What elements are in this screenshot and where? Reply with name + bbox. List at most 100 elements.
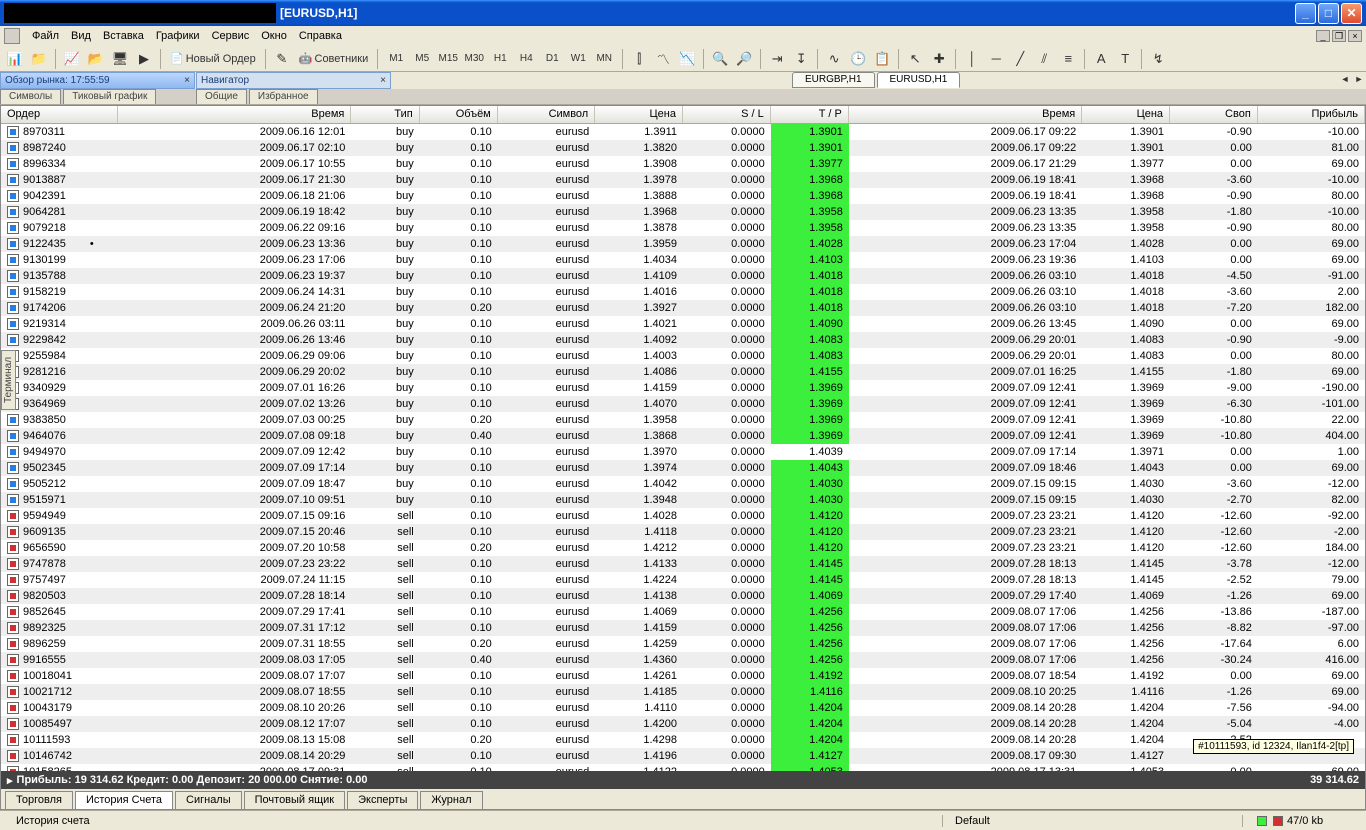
candle-chart-icon[interactable]: 〽 xyxy=(652,48,674,70)
cursor-icon[interactable]: ↖ xyxy=(904,48,926,70)
indicators-icon[interactable]: ∿ xyxy=(823,48,845,70)
table-row[interactable]: 91742062009.06.24 21:20buy0.20eurusd1.39… xyxy=(1,300,1365,316)
table-row[interactable]: 92559842009.06.29 09:06buy0.10eurusd1.40… xyxy=(1,348,1365,364)
terminal-tab[interactable]: Эксперты xyxy=(347,791,418,809)
menu-сервис[interactable]: Сервис xyxy=(206,28,256,44)
table-row[interactable]: 90423912009.06.18 21:06buy0.10eurusd1.38… xyxy=(1,188,1365,204)
trendline-icon[interactable]: ╱ xyxy=(1009,48,1031,70)
table-row[interactable]: 89703112009.06.16 12:01buy0.10eurusd1.39… xyxy=(1,124,1365,140)
table-row[interactable]: 101115932009.08.13 15:08sell0.20eurusd1.… xyxy=(1,732,1365,748)
chart-tab[interactable]: EURUSD,H1 xyxy=(877,72,961,88)
profiles-icon[interactable]: 📁 xyxy=(28,48,50,70)
terminal-vertical-tab[interactable]: Терминал xyxy=(1,350,16,410)
col-header[interactable]: Цена xyxy=(1082,106,1170,123)
col-header[interactable]: Объём xyxy=(420,106,498,123)
table-row[interactable]: 91582192009.06.24 14:31buy0.10eurusd1.40… xyxy=(1,284,1365,300)
tf-h4[interactable]: H4 xyxy=(513,48,539,70)
tf-mn[interactable]: MN xyxy=(591,48,617,70)
new-order-button[interactable]: 📄 Новый Ордер xyxy=(166,52,260,65)
advisors-button[interactable]: 🤖 Советники xyxy=(295,52,372,65)
scroll-right-icon[interactable]: ► xyxy=(1352,72,1366,86)
col-header[interactable]: Ордер xyxy=(1,106,118,123)
table-row[interactable]: 100217122009.08.07 18:55sell0.10eurusd1.… xyxy=(1,684,1365,700)
table-row[interactable]: 93649692009.07.02 13:26buy0.10eurusd1.40… xyxy=(1,396,1365,412)
tf-h1[interactable]: H1 xyxy=(487,48,513,70)
new-chart-icon[interactable]: 📊 xyxy=(4,48,26,70)
tf-w1[interactable]: W1 xyxy=(565,48,591,70)
periods-icon[interactable]: 🕒 xyxy=(847,48,869,70)
menu-файл[interactable]: Файл xyxy=(26,28,65,44)
table-row[interactable]: 9122435•2009.06.23 13:36buy0.10eurusd1.3… xyxy=(1,236,1365,252)
vline-icon[interactable]: │ xyxy=(961,48,983,70)
table-row[interactable]: 91357882009.06.23 19:37buy0.10eurusd1.41… xyxy=(1,268,1365,284)
col-header[interactable]: Символ xyxy=(498,106,595,123)
table-row[interactable]: 92812162009.06.29 20:02buy0.10eurusd1.40… xyxy=(1,364,1365,380)
table-row[interactable]: 89963342009.06.17 10:55buy0.10eurusd1.39… xyxy=(1,156,1365,172)
menu-вид[interactable]: Вид xyxy=(65,28,97,44)
close-button[interactable]: ✕ xyxy=(1341,3,1362,24)
table-row[interactable]: 94949702009.07.09 12:42buy0.10eurusd1.39… xyxy=(1,444,1365,460)
metaeditor-icon[interactable]: ✎ xyxy=(271,48,293,70)
table-row[interactable]: 93409292009.07.01 16:26buy0.10eurusd1.41… xyxy=(1,380,1365,396)
menu-графики[interactable]: Графики xyxy=(150,28,206,44)
table-row[interactable]: 98923252009.07.31 17:12sell0.10eurusd1.4… xyxy=(1,620,1365,636)
table-row[interactable]: 101582652009.08.17 09:31sell0.10eurusd1.… xyxy=(1,764,1365,771)
table-row[interactable]: 96565902009.07.20 10:58sell0.20eurusd1.4… xyxy=(1,540,1365,556)
table-row[interactable]: 94640762009.07.08 09:18buy0.40eurusd1.38… xyxy=(1,428,1365,444)
label-icon[interactable]: T xyxy=(1114,48,1136,70)
subtab[interactable]: Символы xyxy=(0,89,61,104)
table-row[interactable]: 92193142009.06.26 03:11buy0.10eurusd1.40… xyxy=(1,316,1365,332)
mdi-min-button[interactable]: _ xyxy=(1316,30,1330,42)
scroll-left-icon[interactable]: ◄ xyxy=(1338,72,1352,86)
table-row[interactable]: 97574972009.07.24 11:15sell0.10eurusd1.4… xyxy=(1,572,1365,588)
bar-chart-icon[interactable]: ⫿ xyxy=(628,48,650,70)
tf-d1[interactable]: D1 xyxy=(539,48,565,70)
table-row[interactable]: 95159712009.07.10 09:51buy0.10eurusd1.39… xyxy=(1,492,1365,508)
arrows-icon[interactable]: ↯ xyxy=(1147,48,1169,70)
autoscroll-icon[interactable]: ⇥ xyxy=(766,48,788,70)
navigator-panel-header[interactable]: Навигатор× xyxy=(196,72,391,89)
table-row[interactable]: 90642812009.06.19 18:42buy0.10eurusd1.39… xyxy=(1,204,1365,220)
tf-m1[interactable]: M1 xyxy=(383,48,409,70)
terminal-tab[interactable]: История Счета xyxy=(75,791,173,809)
terminal-tab[interactable]: Журнал xyxy=(420,791,482,809)
chart-tab[interactable]: EURGBP,H1 xyxy=(792,72,875,88)
col-header[interactable]: Цена xyxy=(595,106,683,123)
table-row[interactable]: 98962592009.07.31 18:55sell0.20eurusd1.4… xyxy=(1,636,1365,652)
terminal-icon[interactable]: 🖥 xyxy=(109,48,131,70)
table-row[interactable]: 90792182009.06.22 09:16buy0.10eurusd1.38… xyxy=(1,220,1365,236)
close-icon[interactable]: × xyxy=(184,75,190,86)
terminal-tab[interactable]: Почтовый ящик xyxy=(244,791,345,809)
line-chart-icon[interactable]: 📉 xyxy=(676,48,698,70)
table-row[interactable]: 92298422009.06.26 13:46buy0.10eurusd1.40… xyxy=(1,332,1365,348)
grid-body[interactable]: 89703112009.06.16 12:01buy0.10eurusd1.39… xyxy=(1,124,1365,771)
table-row[interactable]: 95949492009.07.15 09:16sell0.10eurusd1.4… xyxy=(1,508,1365,524)
hline-icon[interactable]: ─ xyxy=(985,48,1007,70)
tf-m5[interactable]: M5 xyxy=(409,48,435,70)
zoom-in-icon[interactable]: 🔍 xyxy=(709,48,731,70)
maximize-button[interactable]: □ xyxy=(1318,3,1339,24)
subtab[interactable]: Тиковый график xyxy=(63,89,156,104)
menu-вставка[interactable]: Вставка xyxy=(97,28,150,44)
table-row[interactable]: 100180412009.08.07 17:07sell0.10eurusd1.… xyxy=(1,668,1365,684)
table-row[interactable]: 101467422009.08.14 20:29sell0.10eurusd1.… xyxy=(1,748,1365,764)
shift-icon[interactable]: ↧ xyxy=(790,48,812,70)
zoom-out-icon[interactable]: 🔎 xyxy=(733,48,755,70)
table-row[interactable]: 100854972009.08.12 17:07sell0.10eurusd1.… xyxy=(1,716,1365,732)
table-row[interactable]: 89872402009.06.17 02:10buy0.10eurusd1.38… xyxy=(1,140,1365,156)
mdi-close-button[interactable]: × xyxy=(1348,30,1362,42)
terminal-tab[interactable]: Торговля xyxy=(5,791,73,809)
navigator-icon[interactable]: 📂 xyxy=(85,48,107,70)
col-header[interactable]: Тип xyxy=(351,106,419,123)
terminal-tab[interactable]: Сигналы xyxy=(175,791,242,809)
tf-m30[interactable]: M30 xyxy=(461,48,487,70)
table-row[interactable]: 97478782009.07.23 23:22sell0.10eurusd1.4… xyxy=(1,556,1365,572)
col-header[interactable]: Время xyxy=(118,106,351,123)
tf-m15[interactable]: M15 xyxy=(435,48,461,70)
text-icon[interactable]: A xyxy=(1090,48,1112,70)
table-row[interactable]: 95023452009.07.09 17:14buy0.10eurusd1.39… xyxy=(1,460,1365,476)
col-header[interactable]: Своп xyxy=(1170,106,1258,123)
table-row[interactable]: 90138872009.06.17 21:30buy0.10eurusd1.39… xyxy=(1,172,1365,188)
table-row[interactable]: 93838502009.07.03 00:25buy0.20eurusd1.39… xyxy=(1,412,1365,428)
col-header[interactable]: Время xyxy=(849,106,1082,123)
